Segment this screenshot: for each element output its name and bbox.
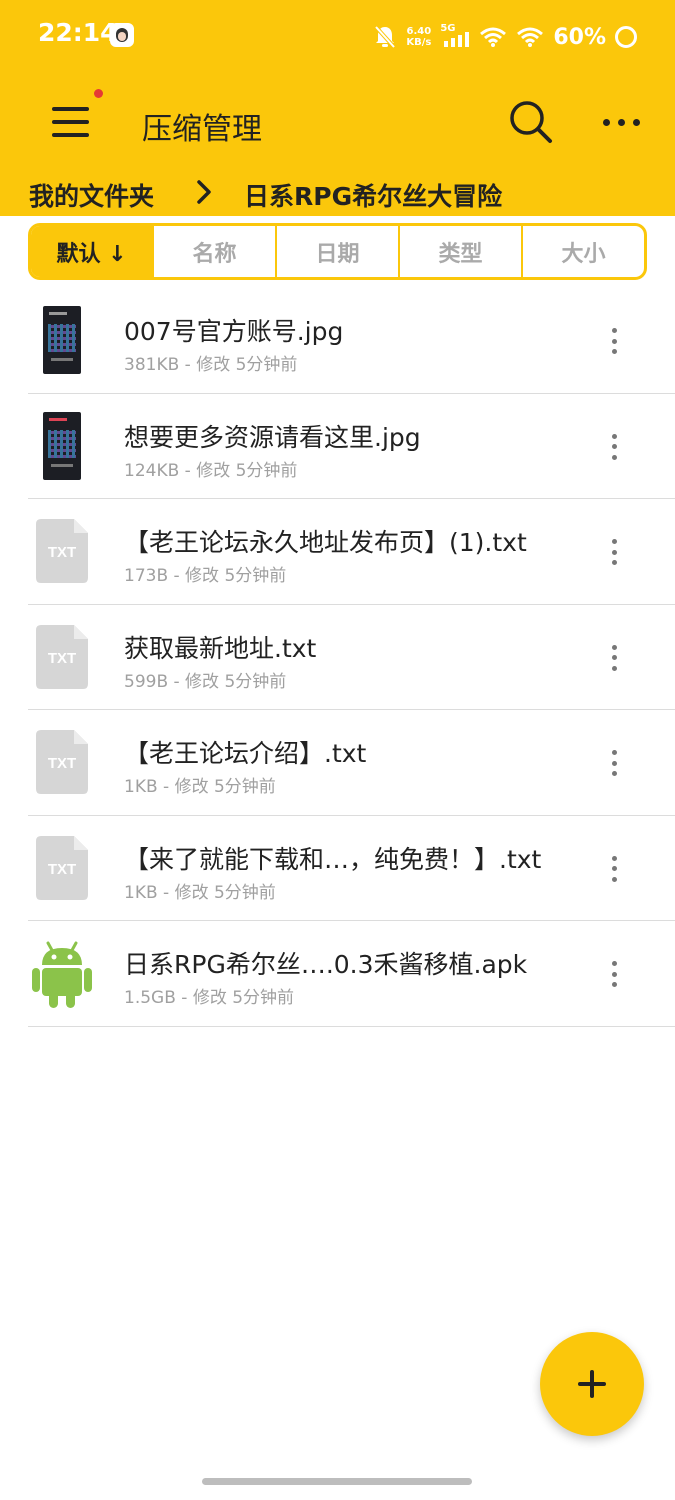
file-row[interactable]: TXT 获取最新地址.txt 599B - 修改 5分钟前 — [0, 605, 675, 711]
file-meta: 1KB - 修改 5分钟前 — [124, 777, 276, 797]
file-meta: 381KB - 修改 5分钟前 — [124, 355, 298, 375]
file-meta: 124KB - 修改 5分钟前 — [124, 460, 298, 481]
image-thumbnail — [43, 411, 81, 480]
avatar-icon — [110, 23, 134, 47]
txt-file-icon: TXT — [36, 519, 88, 583]
file-name: 【老王论坛永久地址发布页】(1).txt — [124, 528, 527, 557]
add-button[interactable] — [540, 1332, 644, 1436]
wifi-icon — [517, 27, 544, 47]
row-more-icon[interactable] — [602, 326, 626, 356]
sort-tab-type[interactable]: 类型 — [400, 226, 523, 277]
sort-tabs: 默认 ↓ 名称 日期 类型 大小 — [28, 223, 647, 280]
search-icon[interactable] — [505, 96, 557, 148]
file-row[interactable]: 日系RPG希尔丝….0.3禾酱移植.apk 1.5GB - 修改 5分钟前 — [0, 921, 675, 1027]
chevron-right-icon — [197, 180, 211, 204]
signal-icon: 5G — [440, 23, 470, 49]
file-row[interactable]: 007号官方账号.jpg 381KB - 修改 5分钟前 — [0, 288, 675, 394]
file-name: 日系RPG希尔丝….0.3禾酱移植.apk — [124, 950, 528, 979]
file-meta: 1.5GB - 修改 5分钟前 — [124, 988, 295, 1008]
row-more-icon[interactable] — [602, 643, 626, 673]
file-row[interactable]: TXT 【老王论坛介绍】.txt 1KB - 修改 5分钟前 — [0, 710, 675, 816]
row-more-icon[interactable] — [602, 432, 626, 462]
file-meta: 1KB - 修改 5分钟前 — [124, 882, 276, 903]
file-meta: 173B - 修改 5分钟前 — [124, 566, 287, 586]
sort-tab-date[interactable]: 日期 — [277, 226, 400, 277]
top-header: 22:14 6.40 KB/s 5G 60% 压缩管理 我的文件夹 日系RPG希… — [0, 0, 675, 216]
breadcrumb-item-root[interactable]: 我的文件夹 — [29, 177, 154, 213]
image-thumbnail — [43, 306, 81, 374]
file-name: 【来了就能下载和…，纯免费！】.txt — [124, 844, 542, 874]
breadcrumb: 我的文件夹 日系RPG希尔丝大冒险 — [0, 172, 675, 216]
battery-ring-icon — [615, 26, 637, 48]
sort-tab-size[interactable]: 大小 — [523, 226, 644, 277]
file-row[interactable]: TXT 【来了就能下载和…，纯免费！】.txt 1KB - 修改 5分钟前 — [0, 816, 675, 922]
row-more-icon[interactable] — [602, 959, 626, 989]
txt-file-icon: TXT — [36, 624, 88, 689]
file-meta: 599B - 修改 5分钟前 — [124, 671, 287, 692]
txt-file-icon: TXT — [36, 730, 88, 794]
breadcrumb-item-current[interactable]: 日系RPG希尔丝大冒险 — [244, 177, 502, 213]
file-list: 007号官方账号.jpg 381KB - 修改 5分钟前 想要更多资源请看这里.… — [0, 288, 675, 1027]
file-row[interactable]: 想要更多资源请看这里.jpg 124KB - 修改 5分钟前 — [0, 394, 675, 500]
row-more-icon[interactable] — [602, 748, 626, 778]
svg-text:TXT: TXT — [48, 650, 76, 667]
file-name: 【老王论坛介绍】.txt — [124, 739, 367, 768]
svg-text:TXT: TXT — [48, 544, 76, 561]
file-name: 007号官方账号.jpg — [124, 317, 344, 346]
menu-icon[interactable] — [42, 94, 98, 150]
battery-percent: 60% — [553, 24, 606, 50]
network-speed: 6.40 KB/s — [406, 26, 432, 48]
notification-dot — [94, 89, 103, 98]
android-icon — [32, 941, 92, 1008]
sort-tab-name[interactable]: 名称 — [154, 226, 277, 277]
status-time: 22:14 — [38, 18, 118, 47]
mute-bell-icon — [374, 25, 396, 49]
wifi-icon — [480, 27, 507, 47]
row-more-icon[interactable] — [602, 537, 626, 567]
file-name: 获取最新地址.txt — [124, 633, 317, 663]
svg-text:TXT: TXT — [48, 861, 76, 878]
page-title: 压缩管理 — [142, 112, 262, 147]
more-icon[interactable] — [594, 106, 648, 138]
status-bar: 22:14 6.40 KB/s 5G 60% — [0, 0, 675, 72]
txt-file-icon: TXT — [36, 835, 88, 900]
file-row[interactable]: TXT 【老王论坛永久地址发布页】(1).txt 173B - 修改 5分钟前 — [0, 499, 675, 605]
app-bar: 压缩管理 — [0, 72, 675, 172]
home-indicator[interactable] — [202, 1478, 472, 1485]
sort-tab-default[interactable]: 默认 ↓ — [31, 226, 154, 277]
file-name: 想要更多资源请看这里.jpg — [124, 422, 421, 452]
row-more-icon[interactable] — [602, 854, 626, 884]
svg-text:TXT: TXT — [48, 755, 76, 772]
